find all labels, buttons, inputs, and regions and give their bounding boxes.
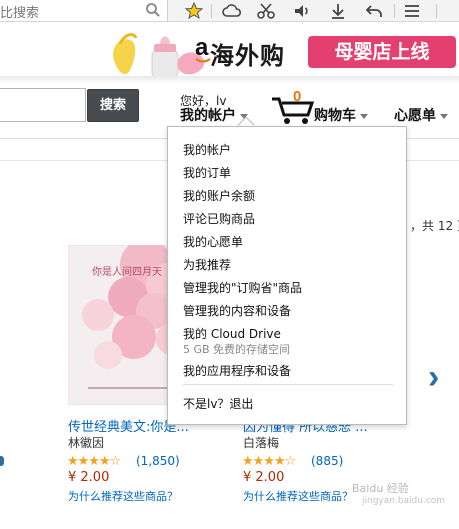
review-count[interactable]: (885) bbox=[311, 454, 343, 468]
product-author[interactable]: 白落梅 bbox=[243, 434, 279, 451]
why-recommended-link[interactable]: 为什么推荐这些商品？ bbox=[68, 488, 178, 504]
menu-item-recommendations[interactable]: 为我推荐 bbox=[183, 256, 231, 273]
carousel-next-arrow[interactable]: › bbox=[428, 358, 439, 397]
why-recommended-link[interactable]: 为什么推荐这些商品？ bbox=[243, 488, 353, 504]
menu-item-my-account[interactable]: 我的帐户 bbox=[183, 141, 231, 158]
wishlist-link[interactable]: 心愿单 bbox=[394, 105, 448, 125]
speaker-icon[interactable] bbox=[292, 1, 312, 21]
product-author[interactable]: 林徽因 bbox=[68, 434, 104, 451]
watermark: Baidu 经验 bbox=[352, 482, 409, 495]
browser-toolbar: 比搜索 bbox=[0, 0, 459, 22]
menu-divider bbox=[183, 384, 393, 385]
cloud-icon[interactable] bbox=[222, 1, 242, 21]
menu-item-content-devices[interactable]: 管理我的内容和设备 bbox=[183, 302, 291, 319]
account-menu-trigger[interactable]: 我的帐户 bbox=[180, 105, 248, 125]
menu-item-wishlist[interactable]: 我的心愿单 bbox=[183, 233, 243, 250]
browser-search-placeholder: 比搜索 bbox=[0, 6, 40, 21]
rating-stars[interactable]: ★★★★☆ bbox=[242, 453, 296, 469]
banner-title: 海外购 bbox=[210, 42, 285, 70]
download-icon[interactable] bbox=[328, 1, 348, 21]
cart-count: 0 bbox=[293, 88, 302, 105]
menu-item-apps-devices[interactable]: 我的应用程序和设备 bbox=[183, 362, 291, 379]
account-label: 我的帐户 bbox=[180, 108, 236, 124]
cart-icon[interactable] bbox=[270, 95, 314, 125]
undo-icon[interactable] bbox=[364, 1, 384, 21]
cart-label: 购物车 bbox=[314, 108, 356, 124]
sign-out-link[interactable]: 不是lv？退出 bbox=[183, 395, 253, 412]
menu-item-my-orders[interactable]: 我的订单 bbox=[183, 164, 231, 181]
account-dropdown: 我的帐户 我的订单 我的账户余额 评论已购商品 我的心愿单 为我推荐 管理我的"… bbox=[167, 126, 407, 425]
baby-products-illustration bbox=[113, 33, 205, 79]
cloud-drive-note: 5 GB 免费的存储空间 bbox=[183, 343, 291, 356]
search-button[interactable]: 搜索 bbox=[87, 89, 139, 122]
cart-link[interactable]: 购物车 bbox=[314, 105, 368, 125]
toolbar-separator bbox=[394, 4, 395, 18]
carousel-prev-edge[interactable] bbox=[0, 456, 4, 466]
product-price: ¥ 2.00 bbox=[243, 470, 285, 485]
menu-icon[interactable] bbox=[402, 1, 422, 21]
search-icon[interactable] bbox=[145, 2, 161, 18]
menu-item-subscribe-save[interactable]: 管理我的"订购省"商品 bbox=[183, 279, 302, 296]
review-count[interactable]: (1,850) bbox=[136, 454, 180, 468]
toolbar-separator bbox=[211, 4, 212, 18]
scissors-icon[interactable] bbox=[256, 1, 276, 21]
toolbar-separator bbox=[436, 4, 437, 18]
page-count: ，共 12 页 bbox=[410, 219, 459, 233]
watermark-url: jingyan.baidu.com bbox=[362, 496, 446, 506]
amazon-smile-icon bbox=[195, 58, 211, 63]
menu-item-cloud-drive[interactable]: 我的 Cloud Drive bbox=[183, 325, 281, 342]
banner-shadow bbox=[0, 76, 459, 84]
chevron-down-icon bbox=[360, 113, 368, 119]
product-price: ¥ 2.00 bbox=[68, 470, 110, 485]
wishlist-label: 心愿单 bbox=[394, 108, 436, 124]
rating-stars[interactable]: ★★★★☆ bbox=[67, 453, 121, 469]
promo-badge[interactable]: 母婴店上线 bbox=[308, 36, 456, 68]
cover-title: 你是人间四月天 bbox=[92, 265, 162, 278]
site-search-input[interactable] bbox=[0, 88, 86, 122]
star-icon[interactable] bbox=[184, 1, 204, 21]
menu-item-balance[interactable]: 我的账户余额 bbox=[183, 187, 255, 204]
browser-search-field[interactable]: 比搜索 bbox=[0, 0, 168, 21]
menu-item-review-purchases[interactable]: 评论已购商品 bbox=[183, 210, 255, 227]
chevron-down-icon bbox=[440, 113, 448, 119]
